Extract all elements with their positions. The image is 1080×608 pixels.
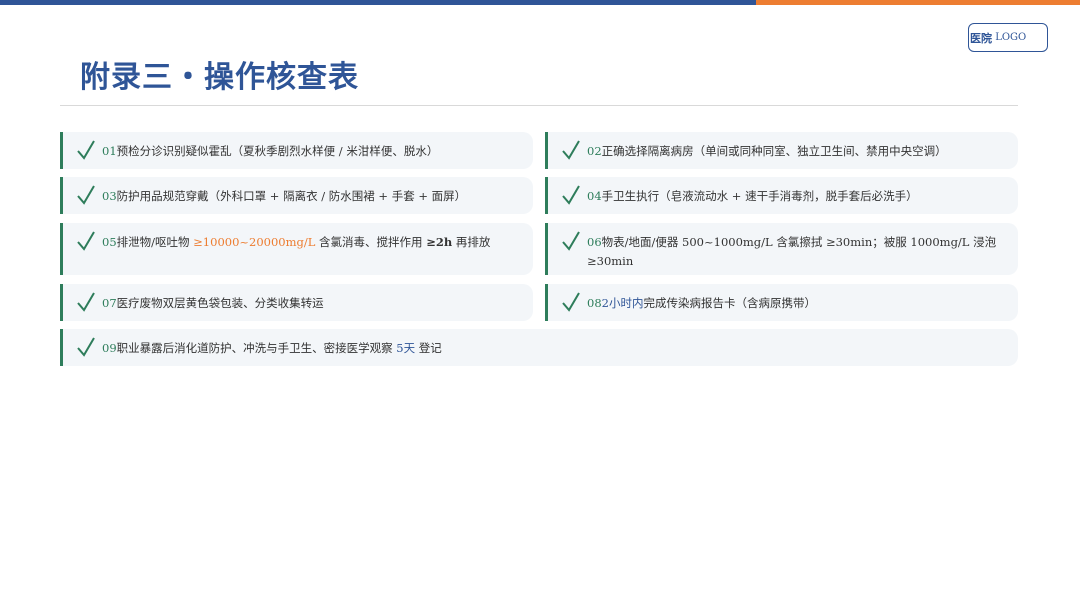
title-divider xyxy=(60,105,1018,106)
check-icon xyxy=(77,337,95,357)
top-bar-blue xyxy=(0,0,756,5)
top-accent-bar xyxy=(0,0,1080,5)
duration-highlight: ≥2h xyxy=(426,235,453,249)
checklist-item-text: 02正确选择隔离病房（单间或同种同室、独立卫生间、禁用中央空调） xyxy=(587,144,947,158)
page-title: 附录三・操作核查表 xyxy=(80,60,359,95)
hospital-logo: 医院 LOGO xyxy=(968,23,1048,52)
checklist-item-09: 09职业暴露后消化道防护、冲洗与手卫生、密接医学观察 5天 登记 xyxy=(60,329,1018,366)
checklist-item-text: 03防护用品规范穿戴（外科口罩 + 隔离衣 / 防水围裙 + 手套 + 面屏） xyxy=(102,189,467,203)
checklist-item-01: 01预检分诊识别疑似霍乱（夏秋季剧烈水样便 / 米泔样便、脱水） xyxy=(60,132,533,169)
checklist-item-06: 06物表/地面/便器 500~1000mg/L 含氯擦拭 ≥30min；被服 1… xyxy=(545,223,1018,275)
checklist-item-08: 082小时内完成传染病报告卡（含病原携带） xyxy=(545,284,1018,321)
check-icon xyxy=(562,231,580,251)
checklist-item-02: 02正确选择隔离病房（单间或同种同室、独立卫生间、禁用中央空调） xyxy=(545,132,1018,169)
checklist-item-text: 05排泄物/呕吐物 ≥10000~20000mg/L 含氯消毒、搅拌作用 ≥2h… xyxy=(102,235,491,249)
check-icon xyxy=(77,231,95,251)
checklist-item-05: 05排泄物/呕吐物 ≥10000~20000mg/L 含氯消毒、搅拌作用 ≥2h… xyxy=(60,223,533,275)
checklist-item-03: 03防护用品规范穿戴（外科口罩 + 隔离衣 / 防水围裙 + 手套 + 面屏） xyxy=(60,177,533,214)
days-highlight: 5天 xyxy=(396,341,416,355)
check-icon xyxy=(562,140,580,160)
checklist-item-text: 06物表/地面/便器 500~1000mg/L 含氯擦拭 ≥30min；被服 1… xyxy=(587,235,997,268)
check-icon xyxy=(77,185,95,205)
checklist-item-text: 07医疗废物双层黄色袋包装、分类收集转运 xyxy=(102,296,324,310)
top-bar-orange xyxy=(756,0,1080,5)
checklist-item-text: 01预检分诊识别疑似霍乱（夏秋季剧烈水样便 / 米泔样便、脱水） xyxy=(102,144,439,158)
logo-chinese: 医院 xyxy=(970,31,992,45)
time-highlight: 2小时内 xyxy=(601,296,644,310)
check-icon xyxy=(77,140,95,160)
check-icon xyxy=(562,185,580,205)
logo-english: LOGO xyxy=(995,32,1027,43)
checklist-item-text: 04手卫生执行（皂液流动水 + 速干手消毒剂，脱手套后必洗手） xyxy=(587,189,918,203)
checklist-item-04: 04手卫生执行（皂液流动水 + 速干手消毒剂，脱手套后必洗手） xyxy=(545,177,1018,214)
checklist-item-07: 07医疗废物双层黄色袋包装、分类收集转运 xyxy=(60,284,533,321)
checklist-item-text: 09职业暴露后消化道防护、冲洗与手卫生、密接医学观察 5天 登记 xyxy=(102,341,442,355)
checklist-item-text: 082小时内完成传染病报告卡（含病原携带） xyxy=(587,296,816,310)
check-icon xyxy=(77,292,95,312)
check-icon xyxy=(562,292,580,312)
concentration-highlight: ≥10000~20000mg/L xyxy=(193,235,316,249)
